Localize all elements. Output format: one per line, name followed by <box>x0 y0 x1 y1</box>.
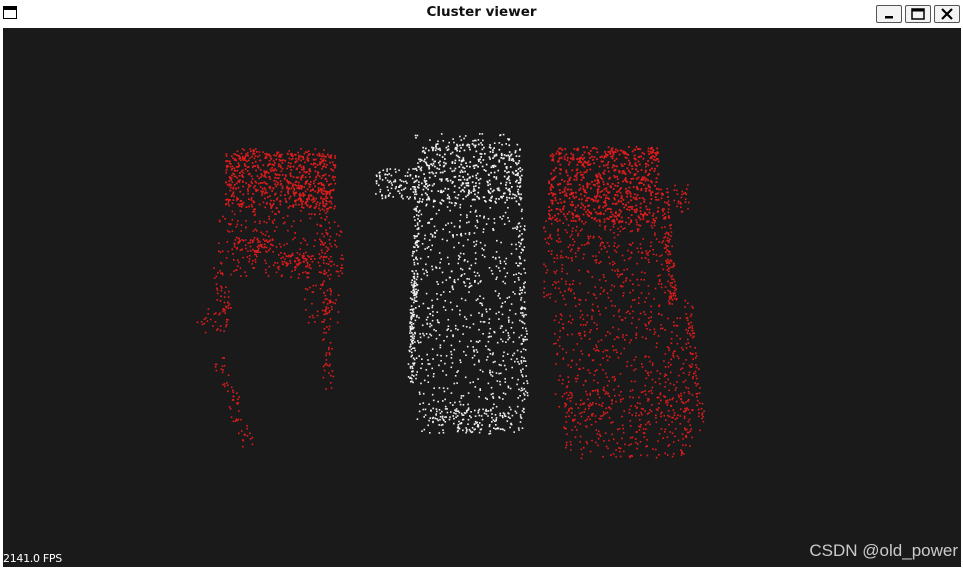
window-title: Cluster viewer <box>426 4 537 20</box>
minimize-button[interactable] <box>876 5 902 23</box>
close-button[interactable] <box>934 5 960 23</box>
cluster-right-vehicle <box>543 146 705 460</box>
minimize-icon <box>885 16 893 19</box>
watermark-text: CSDN @old_power <box>809 541 958 560</box>
title-bar[interactable]: Cluster viewer <box>0 0 963 26</box>
maximize-button[interactable] <box>905 5 931 23</box>
fps-counter: 2141.0 FPS <box>3 552 62 565</box>
cluster-viewer-window: Cluster viewer 2141.0 FPS CSDN @old_powe… <box>0 0 963 570</box>
point-cloud-viewport[interactable]: 2141.0 FPS CSDN @old_power <box>3 28 961 567</box>
maximize-icon <box>911 8 925 20</box>
point-cloud-canvas[interactable] <box>3 28 961 567</box>
cluster-left-vehicle <box>196 148 344 448</box>
close-icon <box>941 8 953 20</box>
cluster-center-vehicle <box>375 133 529 435</box>
